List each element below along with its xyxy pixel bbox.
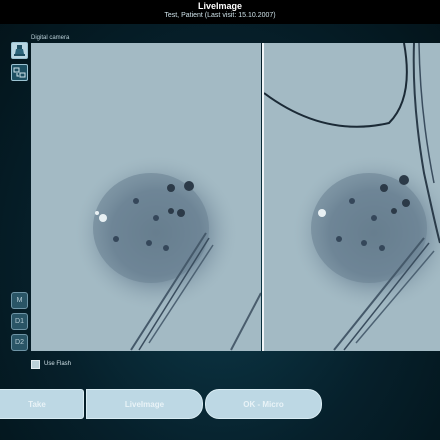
ok-micro-button[interactable]: OK - Micro	[205, 389, 322, 419]
reference-lesion-image	[264, 43, 440, 351]
reference-image-view[interactable]	[264, 43, 440, 351]
dermatoscope-icon	[14, 45, 25, 56]
title-bar: LiveImage Test, Patient (Last visit: 15.…	[0, 0, 440, 24]
mode-d2-button[interactable]: D2	[11, 334, 28, 351]
lesion-image	[31, 43, 261, 351]
panel-label: Digital camera	[31, 35, 70, 41]
live-image-view[interactable]	[31, 43, 261, 351]
dermatoscope-tool-button[interactable]	[11, 42, 28, 59]
use-flash-checkbox[interactable]	[31, 360, 40, 369]
compare-icon	[13, 67, 26, 78]
mode-d1-button[interactable]: D1	[11, 313, 28, 330]
compare-tool-button[interactable]	[11, 64, 28, 81]
app-title: LiveImage	[197, 1, 243, 11]
patient-info: Test, Patient (Last visit: 15.10.2007)	[164, 12, 276, 19]
liveimage-button[interactable]: LiveImage	[86, 389, 203, 419]
mode-m-button[interactable]: M	[11, 292, 28, 309]
take-button[interactable]: Take	[0, 389, 84, 419]
use-flash-label: Use Flash	[44, 361, 72, 367]
